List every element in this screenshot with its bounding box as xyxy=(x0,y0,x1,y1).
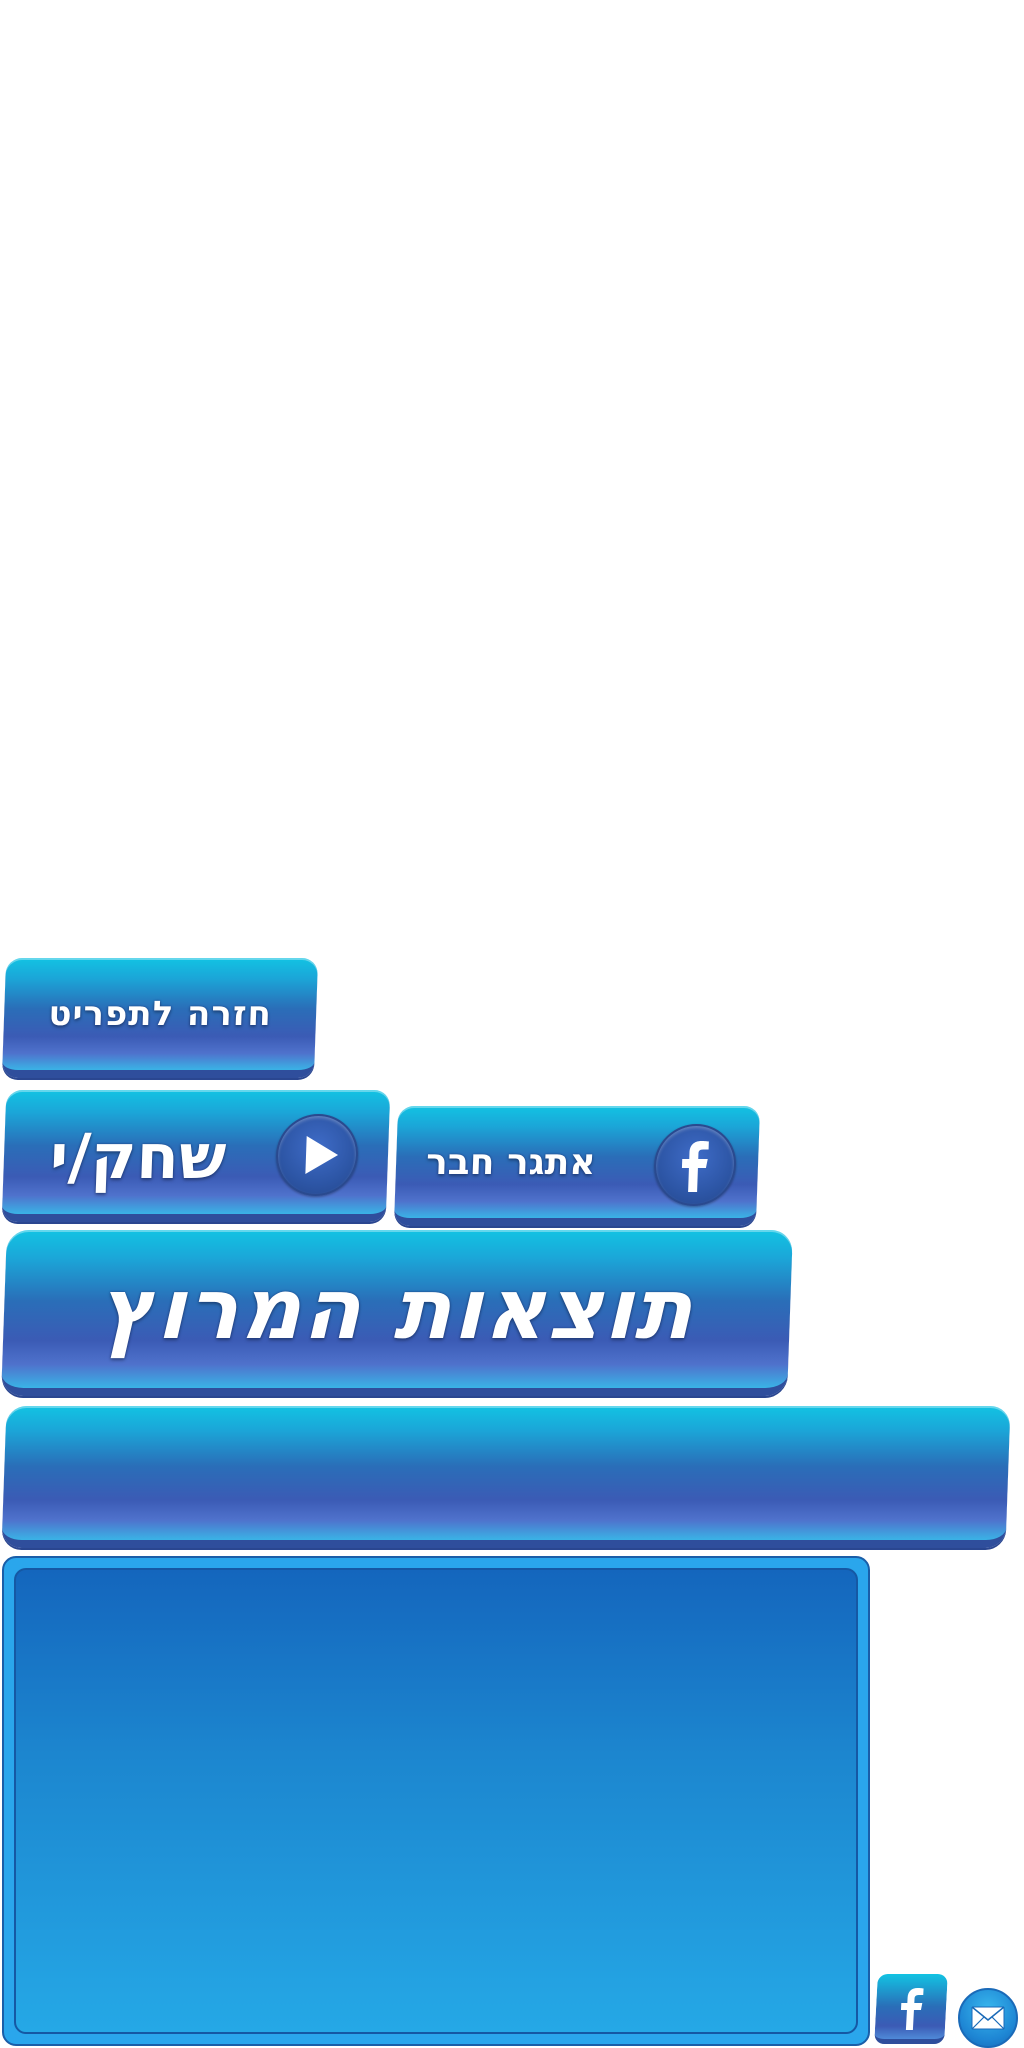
back-to-menu-button[interactable]: חזרה לתפריט xyxy=(1,958,319,1078)
results-panel-inner xyxy=(14,1568,858,2034)
mail-share-button[interactable] xyxy=(958,1988,1018,2048)
challenge-friend-button[interactable]: אתגר חבר xyxy=(393,1106,761,1226)
play-label: שחק/י xyxy=(48,1120,228,1193)
play-icon xyxy=(274,1114,360,1196)
mail-icon xyxy=(971,2006,1005,2030)
challenge-friend-label: אתגר חבר xyxy=(425,1142,597,1183)
facebook-icon xyxy=(890,1982,933,2032)
play-button[interactable]: שחק/י xyxy=(1,1090,391,1222)
facebook-share-button[interactable] xyxy=(874,1974,948,2044)
empty-banner xyxy=(1,1406,1011,1548)
race-results-title-text: תוצאות המרוץ xyxy=(97,1260,697,1358)
facebook-icon xyxy=(652,1124,738,1206)
results-panel xyxy=(2,1556,870,2046)
back-to-menu-label: חזרה לתפריט xyxy=(47,994,273,1034)
race-results-title: תוצאות המרוץ xyxy=(1,1230,793,1396)
